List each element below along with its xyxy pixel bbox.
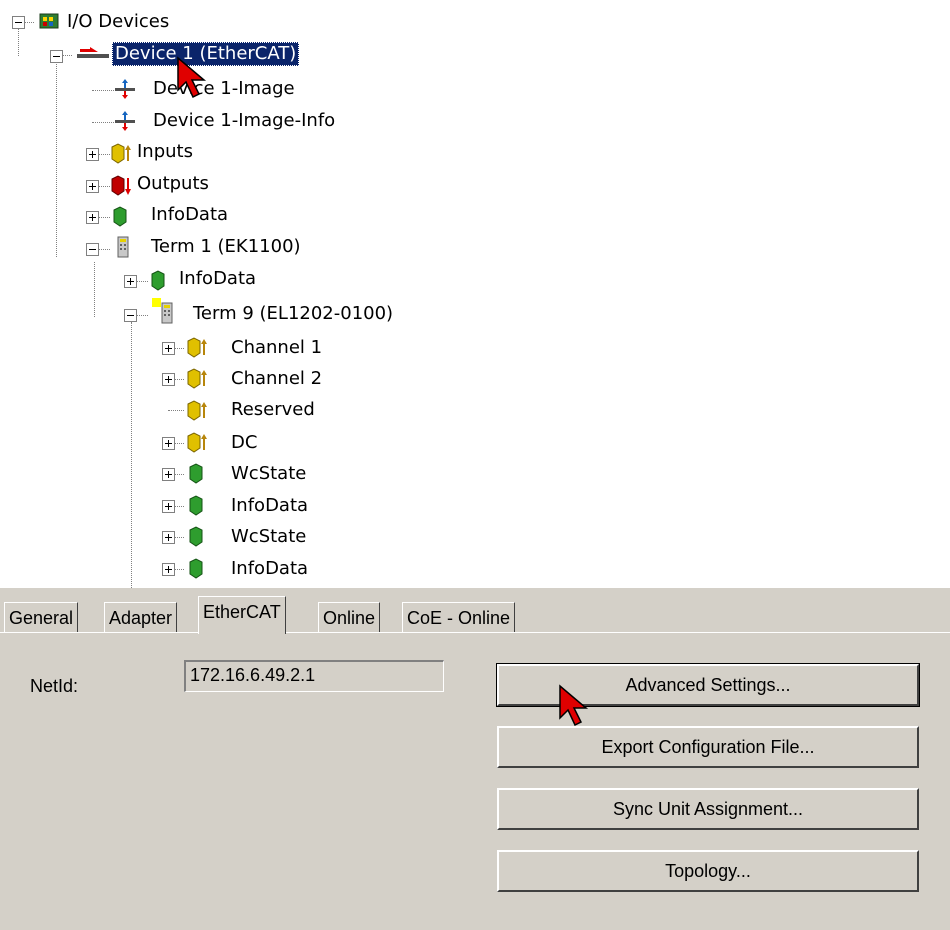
mouse-cursor-icon xyxy=(559,684,589,727)
expand-toggle[interactable] xyxy=(162,373,175,386)
expand-toggle[interactable] xyxy=(162,468,175,481)
collapse-toggle[interactable] xyxy=(124,309,137,322)
infodata-icon xyxy=(189,495,203,516)
tree-line xyxy=(56,62,57,257)
tree-item[interactable]: Outputs xyxy=(134,172,212,196)
tree-line xyxy=(98,186,110,187)
inputs-icon xyxy=(111,143,131,164)
tree-line xyxy=(98,217,110,218)
process-image-icon xyxy=(115,79,135,99)
terminal-icon xyxy=(117,236,129,258)
tree-item[interactable]: Term 1 (EK1100) xyxy=(148,235,304,259)
tab-coe-online[interactable]: CoE - Online xyxy=(402,602,516,632)
tree-item[interactable]: InfoData xyxy=(148,203,231,227)
tree-item[interactable]: Reserved xyxy=(228,398,318,422)
topology-button[interactable]: Topology... xyxy=(497,850,919,892)
inputs-icon xyxy=(187,368,207,389)
netid-label: NetId: xyxy=(30,676,79,696)
collapse-toggle[interactable] xyxy=(12,16,25,29)
tree-item[interactable]: Channel 1 xyxy=(228,336,325,360)
tree-line xyxy=(98,154,110,155)
infodata-icon xyxy=(113,206,127,227)
tree-item[interactable]: Device 1-Image xyxy=(150,77,298,101)
tree-line xyxy=(136,281,148,282)
inputs-icon xyxy=(187,337,207,358)
expand-toggle[interactable] xyxy=(86,180,99,193)
expand-toggle[interactable] xyxy=(162,342,175,355)
collapse-toggle[interactable] xyxy=(86,243,99,256)
tree-item[interactable]: InfoData xyxy=(228,557,311,581)
sync-unit-assignment-button[interactable]: Sync Unit Assignment... xyxy=(497,788,919,830)
io-devices-icon xyxy=(39,13,59,29)
tree-line xyxy=(168,410,184,411)
outputs-icon xyxy=(111,175,131,196)
tree-item[interactable]: Inputs xyxy=(134,140,196,164)
tab-adapter[interactable]: Adapter xyxy=(104,602,178,632)
infodata-icon xyxy=(189,526,203,547)
tree-line xyxy=(174,537,184,538)
terminal-icon xyxy=(161,302,173,324)
tree-line xyxy=(94,262,95,317)
process-image-icon xyxy=(115,111,135,131)
collapse-toggle[interactable] xyxy=(50,50,63,63)
expand-toggle[interactable] xyxy=(124,275,137,288)
tree-line xyxy=(98,249,110,250)
tree-item[interactable]: Term 9 (EL1202-0100) xyxy=(190,302,396,326)
tree-line xyxy=(174,474,184,475)
tree-item-io-devices[interactable]: I/O Devices xyxy=(64,10,172,34)
expand-toggle[interactable] xyxy=(162,531,175,544)
tree-line xyxy=(174,569,184,570)
tree-line xyxy=(92,122,116,123)
tree-line xyxy=(174,506,184,507)
tab-divider xyxy=(0,632,950,633)
export-configuration-button[interactable]: Export Configuration File... xyxy=(497,726,919,768)
tree-line xyxy=(18,28,19,56)
tree-item[interactable]: WcState xyxy=(228,462,309,486)
tree-line xyxy=(92,90,116,91)
inputs-icon xyxy=(187,400,207,421)
tree-line xyxy=(174,348,184,349)
expand-toggle[interactable] xyxy=(162,563,175,576)
expand-toggle[interactable] xyxy=(86,148,99,161)
tab-online[interactable]: Online xyxy=(318,602,381,632)
properties-panel: General Adapter EtherCAT Online CoE - On… xyxy=(0,588,950,930)
tree-item[interactable]: WcState xyxy=(228,525,309,549)
expand-toggle[interactable] xyxy=(162,437,175,450)
expand-toggle[interactable] xyxy=(162,500,175,513)
infodata-icon xyxy=(189,463,203,484)
tree-line xyxy=(174,443,184,444)
infodata-icon xyxy=(151,270,165,291)
tree-item[interactable]: InfoData xyxy=(176,267,259,291)
ethercat-device-icon xyxy=(77,47,109,58)
io-tree-view[interactable]: I/O Devices Device 1 (EtherCAT) Device 1… xyxy=(0,0,950,588)
tree-item[interactable]: InfoData xyxy=(228,494,311,518)
tree-line xyxy=(24,22,34,23)
expand-toggle[interactable] xyxy=(86,211,99,224)
tree-line xyxy=(174,379,184,380)
inputs-icon xyxy=(187,432,207,453)
tree-line xyxy=(62,55,72,56)
tree-line xyxy=(131,322,132,588)
tree-item[interactable]: Channel 2 xyxy=(228,367,325,391)
mouse-cursor-icon xyxy=(177,56,207,99)
tree-item[interactable]: Device 1-Image-Info xyxy=(150,109,338,133)
tab-general[interactable]: General xyxy=(4,602,79,632)
tab-ethercat[interactable]: EtherCAT xyxy=(198,596,286,634)
netid-field: 172.16.6.49.2.1 xyxy=(184,660,444,692)
infodata-icon xyxy=(189,558,203,579)
tree-item[interactable]: DC xyxy=(228,431,260,455)
tree-line xyxy=(136,315,148,316)
